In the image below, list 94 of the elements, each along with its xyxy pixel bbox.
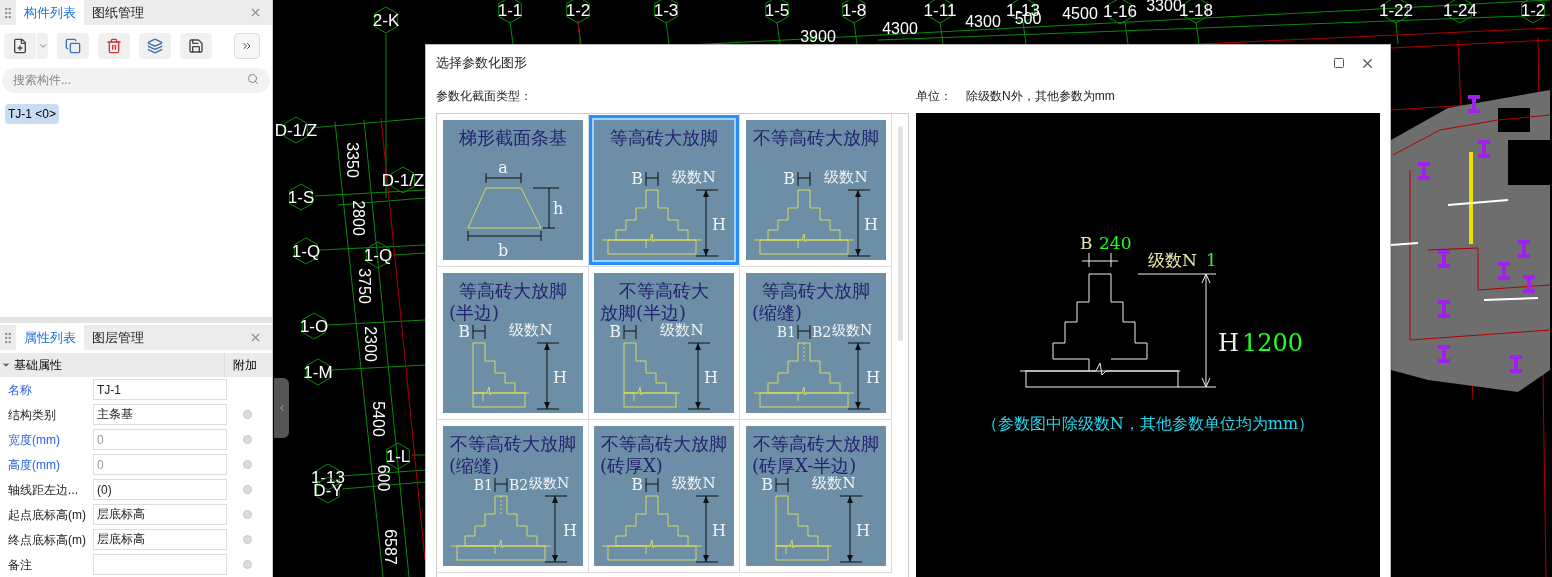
panel-tab[interactable]: 图纸管理 <box>84 0 152 25</box>
maximize-icon[interactable] <box>1333 57 1345 70</box>
steps-value: 1 <box>1206 250 1217 270</box>
width-label: B <box>1080 233 1093 253</box>
axis-marker: 1-M <box>303 358 333 386</box>
property-value-field[interactable]: 层底标高 <box>93 529 227 550</box>
property-value-field[interactable]: 0 <box>93 429 227 450</box>
addon-radio[interactable] <box>242 535 252 544</box>
caret-icon <box>37 41 48 51</box>
property-value-field[interactable]: (0) <box>93 479 227 500</box>
axis-marker: 1-S <box>287 183 315 211</box>
component-item[interactable]: TJ-1 <0> <box>5 104 60 124</box>
save-button[interactable] <box>180 33 212 59</box>
dimension-label: 4500 <box>1062 5 1098 22</box>
property-value-field[interactable]: TJ-1 <box>93 379 227 400</box>
dimension-label: 6587 <box>382 529 399 565</box>
property-name: 名称 <box>7 381 33 399</box>
search-icon[interactable] <box>247 73 259 85</box>
axis-marker: 1-2 <box>1520 0 1546 24</box>
axis-marker: 1-Q <box>291 237 321 265</box>
half-footing-drawing: B 级数N H <box>760 474 870 563</box>
column-header: 附加 <box>224 353 264 377</box>
step-footing-drawing: B 级数N H <box>753 168 878 257</box>
layers-icon <box>147 38 163 54</box>
property-value-field[interactable]: 层底标高 <box>93 504 227 525</box>
axis-marker: 2-K <box>372 6 400 34</box>
half-footing-drawing: B 级数N H <box>609 321 719 410</box>
addon-radio[interactable] <box>242 410 252 419</box>
axis-marker: 1-1 <box>497 0 523 24</box>
dimension-label: 4300 <box>882 20 918 37</box>
axis-marker: 1-2 <box>565 0 591 24</box>
preview-note: （参数图中除级数N，其他参数单位均为mm） <box>981 414 1315 433</box>
more-button[interactable] <box>234 33 260 59</box>
layers-button[interactable] <box>139 33 171 59</box>
property-value-field[interactable]: 主条基 <box>93 404 227 425</box>
dimension-label: 3350 <box>344 142 361 178</box>
collapse-handle[interactable] <box>274 378 289 438</box>
panel-tab[interactable]: 图层管理 <box>84 325 152 350</box>
property-value-field[interactable] <box>93 554 227 575</box>
panel-tab[interactable]: 属性列表 <box>16 325 84 350</box>
addon-radio[interactable] <box>242 560 252 569</box>
step-footing-drawing: B 级数N H <box>601 168 727 257</box>
delete-button[interactable] <box>98 33 130 59</box>
dimension-label: 2300 <box>362 326 379 362</box>
section-label: 参数化截面类型： <box>436 87 533 105</box>
property-value-field[interactable]: 0 <box>93 454 227 475</box>
unit-note: 除级数N外，其他参数为mm <box>966 87 1115 105</box>
scrollbar-thumb[interactable] <box>897 126 903 341</box>
dimension-label: 3300 <box>1146 0 1182 14</box>
property-name: 备注 <box>7 556 33 574</box>
dimension-label: 3900 <box>800 28 836 45</box>
addon-radio[interactable] <box>242 510 252 519</box>
addon-radio[interactable] <box>242 435 252 444</box>
step-footing-drawing: B 级数N H <box>601 474 727 563</box>
search-field[interactable]: 搜索构件... <box>2 67 270 93</box>
caret-icon <box>1 360 11 370</box>
group-toggle[interactable]: 基础属性 <box>0 356 224 374</box>
dimension-label: 2800 <box>350 200 367 236</box>
steps-label: 级数N <box>1148 250 1197 270</box>
axis-marker: 1-Q <box>363 241 393 269</box>
step-footing-drawing: B1 B2级数N H <box>753 322 880 410</box>
dimension-label: 5400 <box>370 401 387 437</box>
new-file-icon <box>12 38 28 54</box>
trapezoid-diagram-drawing: a h b <box>467 158 564 260</box>
trash-icon <box>106 38 122 54</box>
half-footing-drawing: B 级数N H <box>458 321 567 410</box>
save-icon <box>188 38 204 54</box>
height-label: H <box>1218 329 1239 357</box>
axis-marker: 1-8 <box>841 0 867 24</box>
width-value: 240 <box>1099 233 1132 253</box>
shape-option[interactable]: 等高砖大放脚 B 级数N H <box>589 115 740 265</box>
copy-icon <box>65 38 81 54</box>
copy-button[interactable] <box>57 33 89 59</box>
property-name: 终点底标高(m) <box>7 531 87 549</box>
dialog-title: 选择参数化图形 <box>436 54 527 73</box>
height-value: 1200 <box>1242 329 1304 357</box>
new-file-button[interactable] <box>4 33 36 59</box>
property-name: 高度(mm) <box>7 456 61 474</box>
axis-marker: 1-3 <box>653 0 679 24</box>
property-name: 轴线距左边... <box>7 481 79 499</box>
property-name: 起点底标高(m) <box>7 506 87 524</box>
step-footing-drawing: B1 B2级数N H <box>450 475 577 563</box>
property-name: 宽度(mm) <box>7 431 61 449</box>
addon-radio[interactable] <box>242 485 252 494</box>
unit-label: 单位： <box>916 87 952 105</box>
drawing-canvas[interactable] <box>273 0 1552 577</box>
property-name: 结构类别 <box>7 406 57 424</box>
axis-marker: 1-5 <box>764 0 790 24</box>
addon-radio[interactable] <box>242 460 252 469</box>
panel-tab[interactable]: 构件列表 <box>16 0 84 25</box>
dimension-label: 3750 <box>356 268 373 304</box>
dimension-label: 4300 <box>965 13 1001 30</box>
axis-marker: 1-O <box>299 312 329 340</box>
double-chevron-icon <box>241 40 253 52</box>
